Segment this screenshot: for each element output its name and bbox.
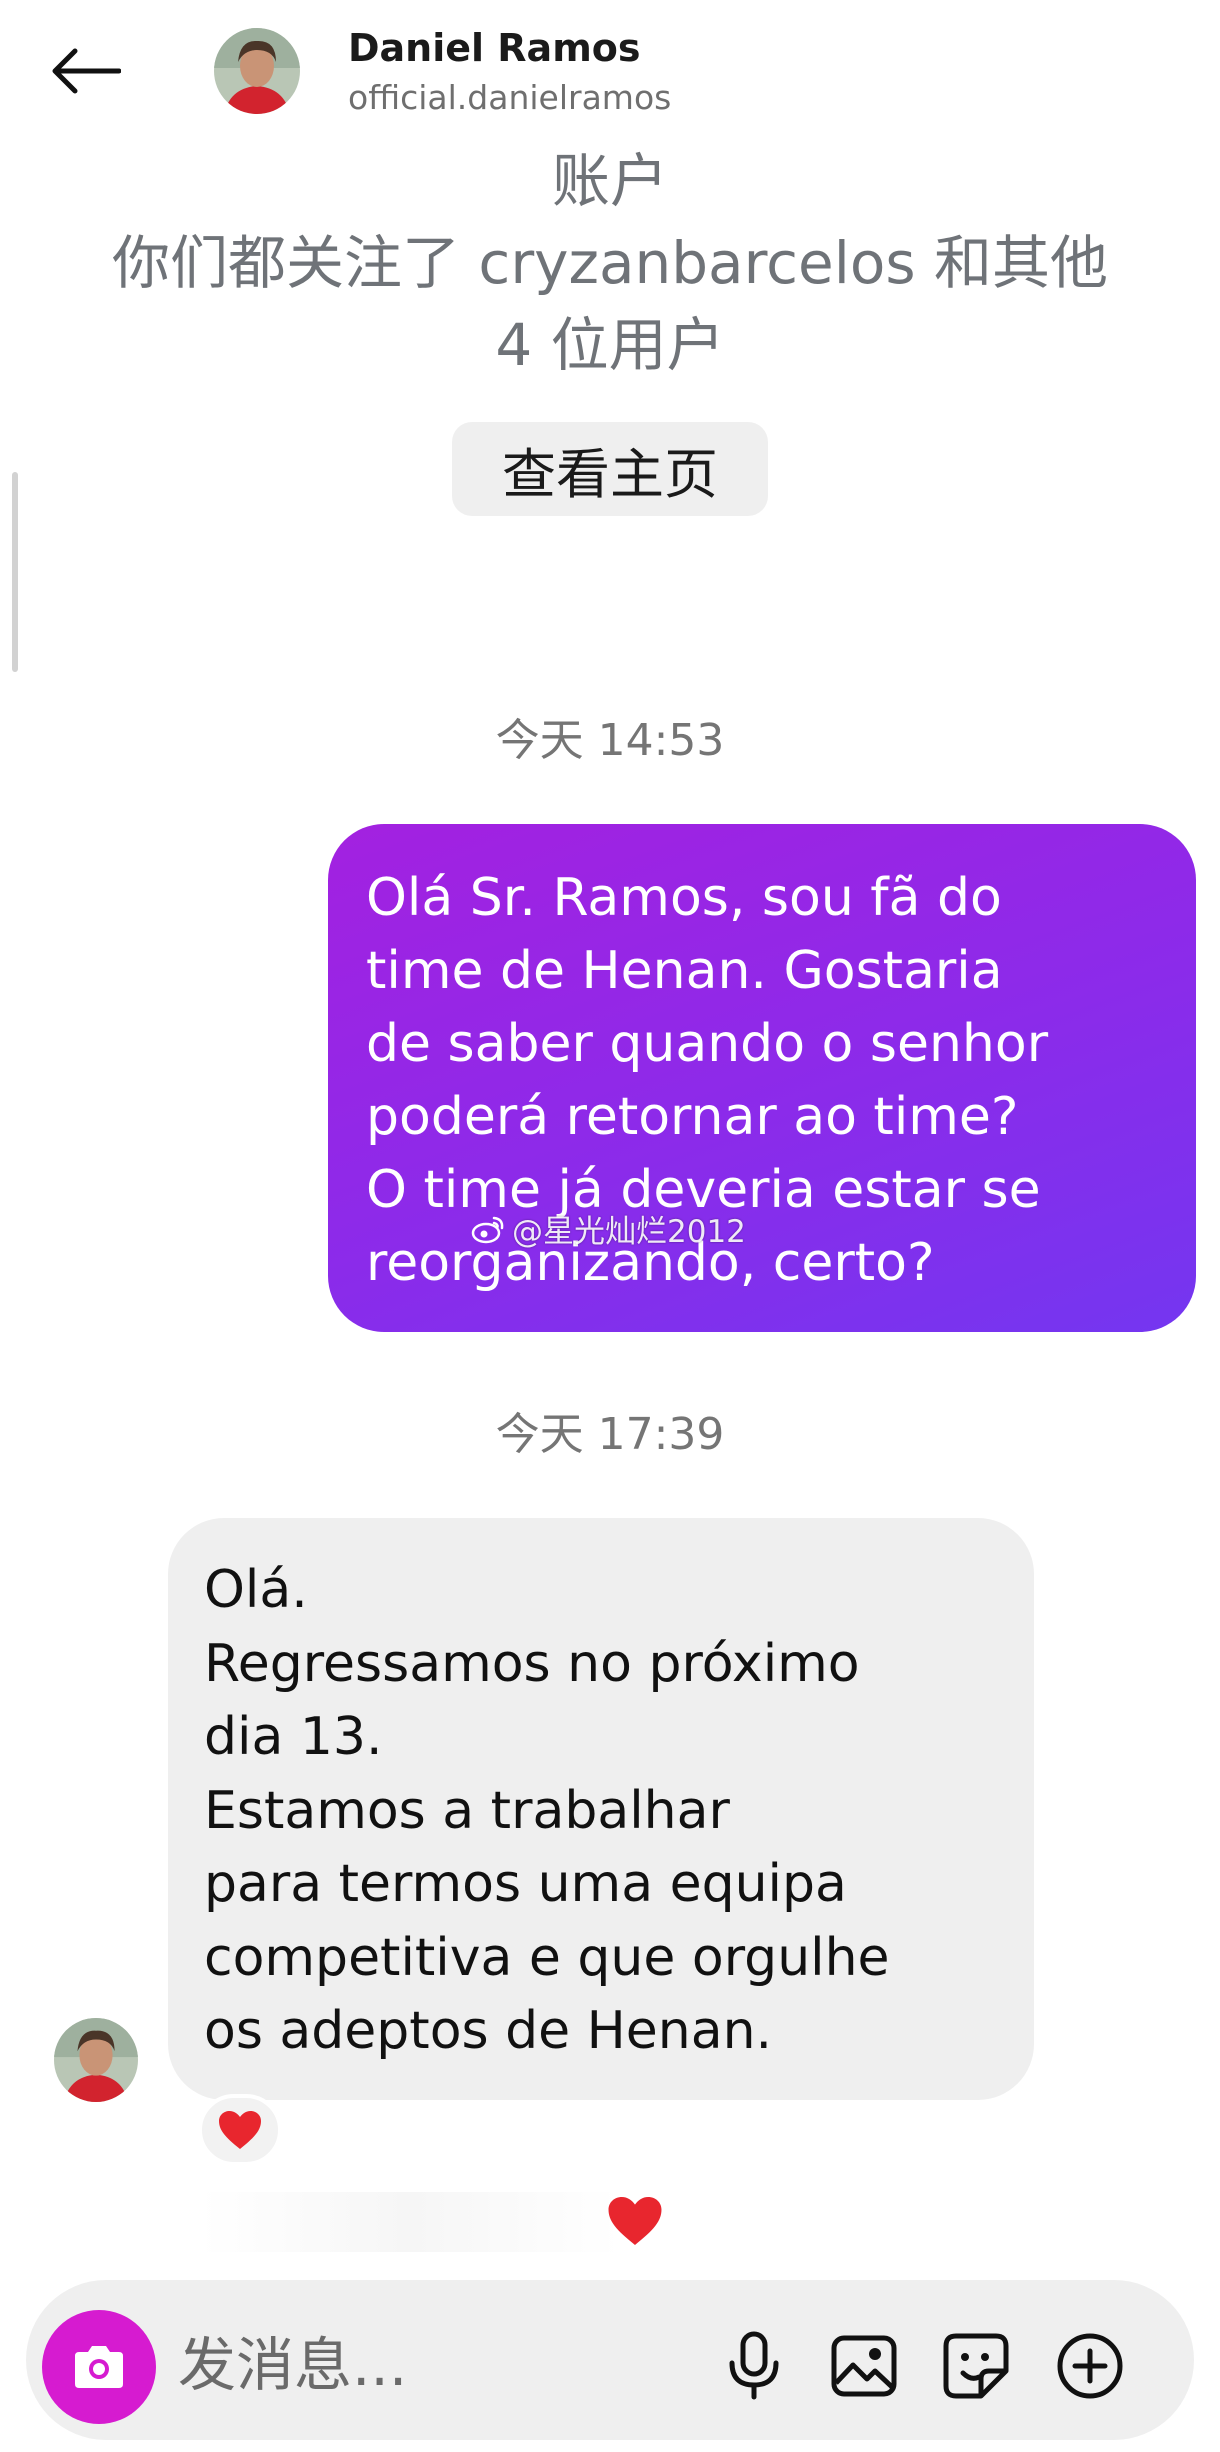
avatar[interactable] <box>214 28 300 114</box>
watermark-text: @星光灿烂2012 <box>512 1214 746 1250</box>
microphone-button[interactable] <box>708 2320 800 2412</box>
view-profile-button[interactable]: 查看主页 <box>452 422 768 516</box>
mutual-followers-text: 你们都关注了 cryzanbarcelos 和其他 <box>112 229 1108 297</box>
sender-avatar[interactable] <box>54 2018 138 2102</box>
watermark: @星光灿烂2012 <box>470 1206 746 1251</box>
more-button[interactable] <box>1044 2320 1136 2412</box>
gallery-icon <box>831 2335 897 2397</box>
heart-icon <box>608 2197 662 2245</box>
contact-handle: official.danielramos <box>348 78 672 117</box>
sticker-icon <box>943 2333 1009 2399</box>
sticker-button[interactable] <box>930 2320 1022 2412</box>
heart-icon <box>219 2111 261 2149</box>
account-label: 账户 <box>551 147 668 215</box>
microphone-icon <box>729 2331 779 2400</box>
scrollbar[interactable] <box>12 472 18 672</box>
weibo-icon <box>471 1216 504 1243</box>
gallery-button[interactable] <box>818 2320 910 2412</box>
floating-reaction <box>600 2186 670 2256</box>
received-message-bubble[interactable]: Olá. Regressamos no próximo dia 13. Esta… <box>168 1518 1034 2100</box>
contact-name[interactable]: Daniel Ramos <box>348 26 641 70</box>
reaction-bar-fading <box>200 2192 620 2252</box>
back-button[interactable] <box>40 36 130 106</box>
chat-header: Daniel Ramos official.danielramos <box>0 0 1220 150</box>
message-timestamp: 今天 17:39 <box>495 1409 725 1460</box>
camera-button[interactable] <box>42 2310 156 2424</box>
message-reaction[interactable] <box>198 2094 282 2166</box>
camera-icon <box>75 2346 123 2388</box>
sent-message-bubble[interactable]: Olá Sr. Ramos, sou fã do time de Henan. … <box>328 824 1196 1332</box>
back-arrow-icon <box>52 48 121 94</box>
message-composer <box>26 2280 1194 2440</box>
profile-info: 账户 你们都关注了 cryzanbarcelos 和其他 4 位用户 <box>0 140 1220 386</box>
message-timestamp: 今天 14:53 <box>495 715 725 766</box>
plus-icon <box>1057 2333 1123 2399</box>
mutual-followers-count: 4 位用户 <box>495 311 725 379</box>
message-input[interactable] <box>178 2320 678 2410</box>
